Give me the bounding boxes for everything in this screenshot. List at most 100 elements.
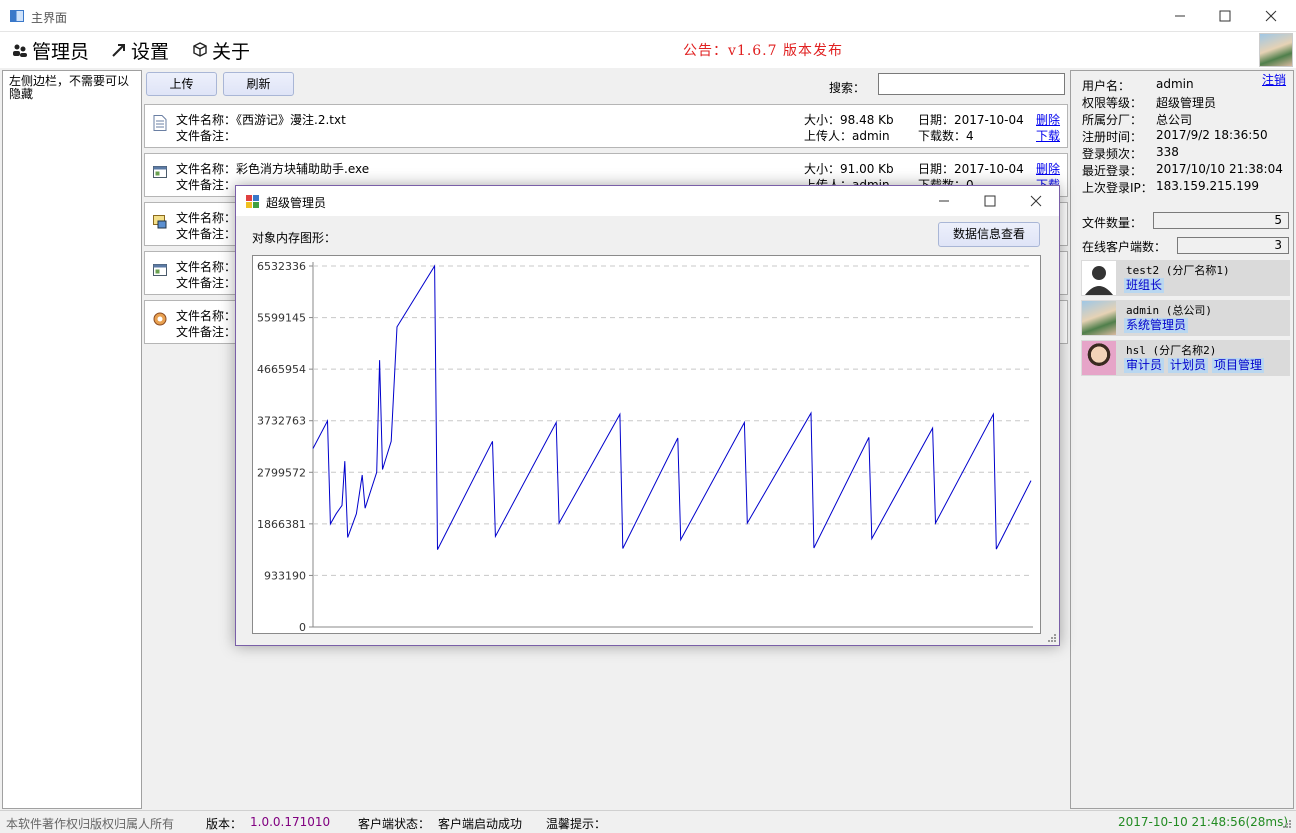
- avatar[interactable]: [1259, 33, 1293, 67]
- tip-label: 温馨提示：: [546, 817, 607, 831]
- info-label: 登录频次：: [1082, 147, 1143, 161]
- status-bar: 本软件著作权归版权归属人所有 版本： 1.0.0.171010 客户端状态： 客…: [0, 810, 1296, 833]
- client-name: hsl (分厂名称2): [1126, 344, 1217, 357]
- file-name: 文件名称：《西游记》漫注.2.txt: [176, 113, 346, 127]
- role-badge: 审计员: [1124, 358, 1165, 373]
- cube-icon: [193, 42, 207, 57]
- close-button[interactable]: [1248, 0, 1294, 32]
- memory-chart: 6532336 5599145 4665954 3732763 2799572 18663…: [252, 255, 1041, 634]
- dialog-app-icon: [246, 195, 259, 208]
- info-value: 183.159.215.199: [1156, 179, 1260, 193]
- file-size: 大小：98.48 Kb: [804, 113, 894, 127]
- info-label: 注册时间：: [1082, 130, 1143, 144]
- status-time: 2017-10-10 21:48:56(28ms): [1118, 815, 1289, 829]
- close-icon: [1265, 10, 1277, 22]
- info-value: 338: [1156, 145, 1179, 159]
- y-tick-label: 6532336: [257, 260, 306, 273]
- window-title: 主界面: [31, 11, 68, 25]
- file-size: 大小：91.00 Kb: [804, 162, 894, 176]
- role-badge: 项目管理: [1212, 358, 1265, 373]
- info-row-factory: 所属分厂： 总公司: [1082, 111, 1192, 128]
- sidebar-text: 左侧边栏，不需要可以隐藏: [9, 74, 130, 101]
- file-name: 文件名称：: [176, 260, 237, 274]
- role-badge: 计划员: [1168, 358, 1209, 373]
- user-info-panel: 注销 用户名： admin 权限等级： 超级管理员 所属分厂： 总公司 注册时间： 20…: [1070, 70, 1294, 809]
- info-row-register-time: 注册时间： 2017/9/2 18:36:50: [1082, 128, 1268, 145]
- delete-link[interactable]: 删除: [1036, 111, 1060, 128]
- logout-link[interactable]: 注销: [1262, 71, 1286, 88]
- info-value: admin: [1156, 77, 1194, 91]
- info-value: 总公司: [1156, 113, 1193, 127]
- dialog-title: 超级管理员: [266, 196, 327, 210]
- file-name: 文件名称：彩色消方块辅助助手.exe: [176, 162, 370, 176]
- online-count-box: 3: [1177, 237, 1289, 254]
- menu-item-settings[interactable]: 设置: [111, 36, 169, 64]
- client-status-value: 客户端启动成功: [438, 817, 523, 831]
- menu-item-about[interactable]: 关于: [192, 36, 250, 64]
- file-row[interactable]: 文件名称：《西游记》漫注.2.txt 文件备注： 大小：98.48 Kb 上传人…: [144, 104, 1068, 148]
- menu-bar: 管理员 设置 关于 公告：v1.6.7 版本发布: [0, 32, 1296, 68]
- file-note: 文件备注：: [176, 227, 237, 241]
- client-item[interactable]: admin (总公司) 系统管理员: [1081, 300, 1290, 336]
- file-note: 文件备注：: [176, 129, 237, 143]
- client-item[interactable]: test2 (分厂名称1) 班组长: [1081, 260, 1290, 296]
- app-icon: [10, 10, 24, 22]
- file-name: 文件名称：: [176, 309, 237, 323]
- info-value: 超级管理员: [1156, 96, 1217, 110]
- client-name: test2 (分厂名称1): [1126, 264, 1230, 277]
- upload-button[interactable]: 上传: [146, 72, 217, 96]
- file-note: 文件备注：: [176, 276, 237, 290]
- title-bar: 主界面: [0, 0, 1296, 32]
- y-tick-label: 3732763: [257, 415, 306, 428]
- y-tick-label: 2799572: [257, 466, 306, 479]
- client-item[interactable]: hsl (分厂名称2) 审计员 计划员 项目管理: [1081, 340, 1290, 376]
- search-input[interactable]: [878, 73, 1065, 95]
- file-count-label: 文件数量：: [1082, 216, 1143, 230]
- package-file-icon: [153, 312, 167, 326]
- dialog-minimize-button[interactable]: [921, 186, 967, 216]
- dialog-maximize-button[interactable]: [967, 186, 1013, 216]
- memory-chart-dialog: 超级管理员 对象内存图形： 数据信息查看 6532336 5599145 46659…: [235, 185, 1060, 646]
- maximize-button[interactable]: [1202, 0, 1248, 32]
- left-sidebar: 左侧边栏，不需要可以隐藏: [2, 70, 142, 809]
- info-label: 最近登录：: [1082, 164, 1143, 178]
- default-avatar: [1082, 261, 1116, 295]
- info-label: 用户名：: [1082, 79, 1131, 93]
- close-icon: [1030, 195, 1042, 207]
- y-tick-label: 933190: [264, 569, 306, 582]
- dialog-close-button[interactable]: [1013, 186, 1059, 216]
- y-tick-label: 0: [299, 621, 306, 633]
- info-label: 所属分厂：: [1082, 113, 1143, 127]
- file-note: 文件备注：: [176, 325, 237, 339]
- users-icon: [13, 44, 27, 57]
- file-downloads: 下载数：4: [918, 129, 974, 143]
- resize-grip-icon[interactable]: [1282, 819, 1292, 829]
- file-count-box: 5: [1153, 212, 1289, 229]
- online-count-label: 在线客户端数：: [1082, 240, 1167, 254]
- client-status-label: 客户端状态：: [358, 817, 431, 831]
- info-label: 上次登录IP：: [1082, 181, 1153, 195]
- minimize-button[interactable]: [1157, 0, 1203, 32]
- dialog-title-bar: 超级管理员: [236, 186, 1059, 216]
- download-link[interactable]: 下载: [1036, 127, 1060, 144]
- info-row-last-ip: 上次登录IP： 183.159.215.199: [1082, 179, 1259, 196]
- view-data-button[interactable]: 数据信息查看: [938, 222, 1040, 247]
- info-row-username: 用户名： admin: [1082, 77, 1194, 94]
- refresh-button[interactable]: 刷新: [223, 72, 294, 96]
- menu-item-label: 关于: [212, 40, 251, 63]
- resize-grip-icon[interactable]: [1047, 633, 1057, 643]
- announcement: 公告：v1.6.7 版本发布: [683, 43, 843, 59]
- girl-avatar: [1082, 341, 1116, 375]
- info-label: 权限等级：: [1082, 96, 1143, 110]
- menu-item-admin[interactable]: 管理员: [12, 36, 89, 64]
- install-file-icon: [153, 215, 167, 229]
- role-badge: 班组长: [1124, 278, 1165, 293]
- file-note: 文件备注：: [176, 178, 237, 192]
- delete-link[interactable]: 删除: [1036, 160, 1060, 177]
- client-roles: 班组长: [1124, 278, 1165, 293]
- chart-axis: [312, 262, 1033, 628]
- minimize-icon: [1175, 15, 1185, 17]
- memory-series-line: [312, 264, 1032, 550]
- file-date: 日期：2017-10-04: [918, 162, 1024, 176]
- info-row-permission: 权限等级： 超级管理员: [1082, 94, 1216, 111]
